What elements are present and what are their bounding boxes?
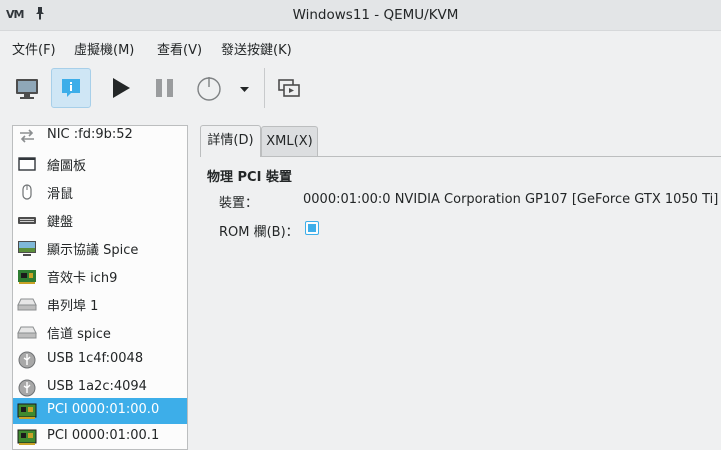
sidebar-item-label: USB 1c4f:0048: [47, 351, 144, 366]
channel-icon: [17, 326, 37, 339]
sound-card-icon: [18, 270, 36, 284]
device-label: 裝置：: [219, 196, 259, 211]
fullscreen-icon: [278, 79, 300, 97]
window-title: Windows11 - QEMU/KVM: [292, 7, 459, 23]
display-icon: [18, 241, 36, 256]
hardware-list[interactable]: NIC :fd:9b:52 繪圖板 滑鼠 鍵盤 顯示協議 Spice 音效卡 i…: [12, 125, 188, 450]
tab-xml[interactable]: XML(X): [261, 126, 318, 156]
sidebar-item-pci-0[interactable]: PCI 0000:01:00.0: [13, 398, 187, 424]
shutdown-menu-button[interactable]: [232, 68, 256, 108]
menu-vm[interactable]: 虛擬機(M): [74, 39, 134, 58]
sidebar-item-keyboard[interactable]: 鍵盤: [13, 207, 187, 233]
menu-file[interactable]: 文件(F): [12, 39, 56, 58]
sidebar-item-usb-1[interactable]: USB 1c4f:0048: [13, 347, 187, 373]
checkbox-checked-mark: [308, 224, 316, 232]
pause-button[interactable]: [145, 68, 185, 108]
sidebar-item-label: USB 1a2c:4094: [47, 379, 147, 394]
menu-send-key[interactable]: 發送按鍵(K): [221, 39, 292, 58]
detail-tabs: 詳情(D) XML(X): [200, 125, 721, 157]
sidebar-item-label: 滑鼠: [47, 187, 74, 202]
shutdown-button[interactable]: [189, 68, 229, 108]
usb-icon: [18, 351, 36, 369]
pci-card-icon: [17, 429, 37, 445]
menu-bar: 文件(F) 虛擬機(M) 查看(V) 發送按鍵(K): [0, 31, 721, 61]
fullscreen-button[interactable]: [270, 68, 310, 108]
pause-icon: [156, 79, 173, 97]
sidebar-item-label: PCI 0000:01:00.0: [47, 402, 160, 417]
sidebar-item-label: 串列埠 1: [47, 299, 99, 314]
toolbar-separator: [264, 68, 265, 108]
power-icon: [197, 77, 221, 101]
toolbar: [0, 62, 721, 116]
pci-card-icon: [17, 403, 37, 419]
rom-bar-checkbox[interactable]: [305, 221, 319, 235]
sidebar-item-label: PCI 0000:01:00.1: [47, 428, 160, 443]
sidebar-item-pci-1[interactable]: PCI 0000:01:00.1: [13, 424, 187, 449]
sidebar-item-label: 顯示協議 Spice: [47, 243, 139, 258]
keyboard-icon: [18, 217, 36, 224]
info-icon: [62, 79, 80, 97]
dropdown-arrow-icon: [240, 87, 249, 92]
sidebar-item-label: 繪圖板: [47, 159, 87, 174]
sidebar-item-mouse[interactable]: 滑鼠: [13, 179, 187, 205]
sidebar-item-serial[interactable]: 串列埠 1: [13, 291, 187, 317]
menu-view[interactable]: 查看(V): [157, 39, 202, 58]
tablet-icon: [18, 157, 36, 171]
sidebar-item-channel[interactable]: 信道 spice: [13, 319, 187, 345]
sidebar-item-display[interactable]: 顯示協議 Spice: [13, 235, 187, 261]
tab-divider: [261, 156, 721, 157]
console-button[interactable]: [7, 68, 47, 108]
monitor-icon: [16, 79, 38, 99]
rom-label: ROM 欄(B)：: [219, 225, 299, 240]
title-bar: VM Windows11 - QEMU/KVM: [0, 0, 721, 31]
sidebar-item-sound[interactable]: 音效卡 ich9: [13, 263, 187, 289]
sidebar-item-label: 鍵盤: [47, 215, 74, 230]
sidebar-item-label: NIC :fd:9b:52: [47, 127, 133, 142]
sidebar-item-label: 信道 spice: [47, 327, 111, 342]
serial-port-icon: [17, 298, 37, 311]
play-icon: [113, 78, 130, 98]
tab-details[interactable]: 詳情(D): [200, 125, 261, 157]
section-title: 物理 PCI 裝置: [207, 170, 292, 185]
sidebar-item-tablet[interactable]: 繪圖板: [13, 151, 187, 177]
device-value: 0000:01:00:0 NVIDIA Corporation GP107 [G…: [303, 192, 719, 207]
mouse-icon: [22, 184, 32, 200]
usb-icon: [18, 379, 36, 397]
sidebar-item-label: 音效卡 ich9: [47, 271, 118, 286]
details-button[interactable]: [51, 68, 91, 108]
sidebar-item-nic[interactable]: NIC :fd:9b:52: [13, 126, 187, 149]
run-button[interactable]: [101, 68, 141, 108]
network-icon: [20, 129, 34, 143]
